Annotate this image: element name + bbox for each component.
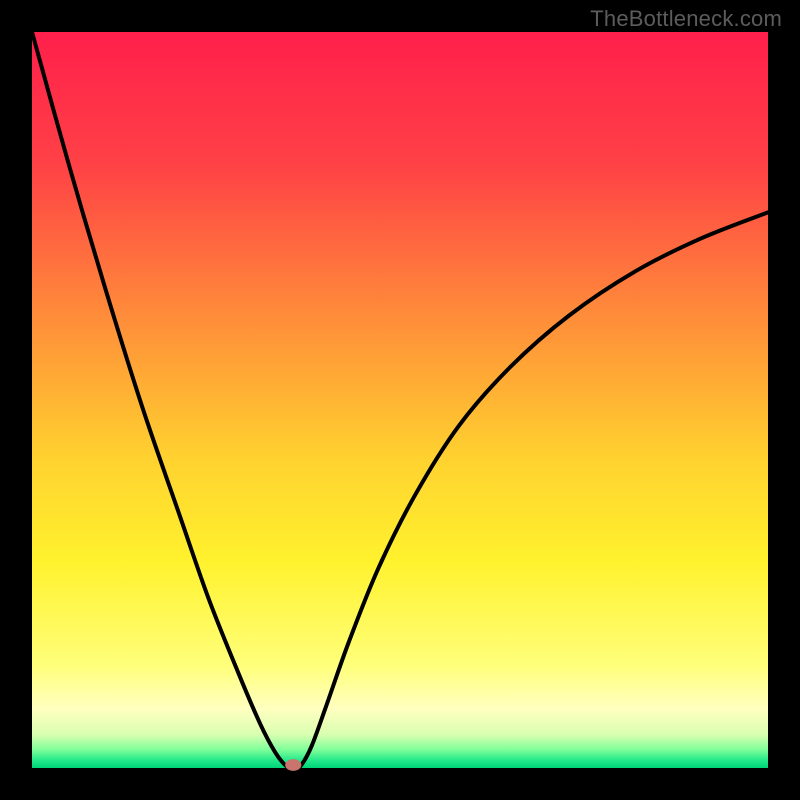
- gradient-background: [32, 32, 768, 768]
- chart-frame: TheBottleneck.com: [0, 0, 800, 800]
- watermark-text: TheBottleneck.com: [590, 6, 782, 32]
- bottleneck-chart: [0, 0, 800, 800]
- minimum-marker: [285, 759, 301, 771]
